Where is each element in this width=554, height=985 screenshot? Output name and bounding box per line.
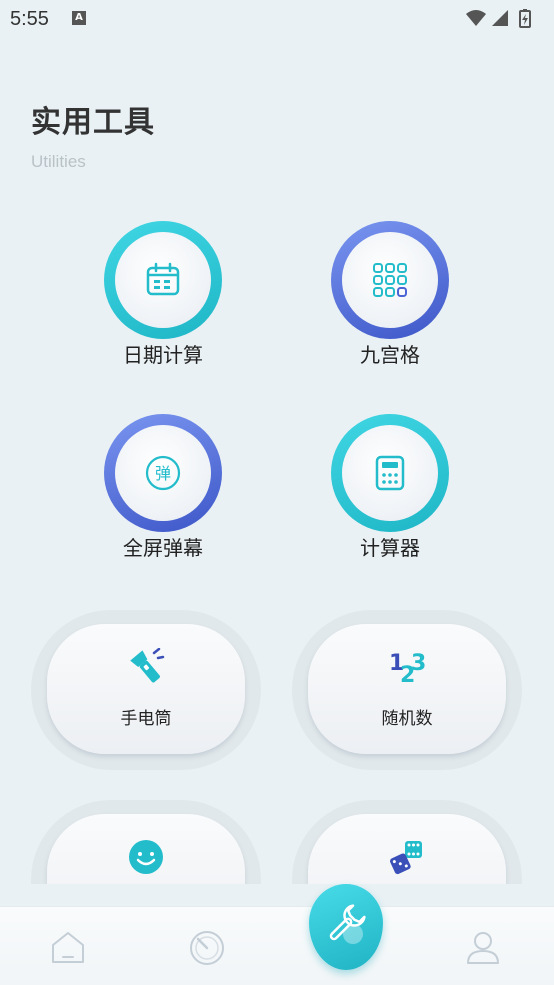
nav-profile[interactable] xyxy=(463,927,503,967)
tool-ring xyxy=(331,414,449,532)
tool-calculator[interactable]: 计算器 xyxy=(315,414,465,564)
tool-ring: 弹 xyxy=(104,414,222,532)
card-dice-wrapper xyxy=(292,800,522,884)
status-bar: 5:55 A xyxy=(0,0,554,40)
calculator-icon xyxy=(375,455,405,491)
bottom-nav xyxy=(0,906,554,985)
card-random-number[interactable]: 1 2 3 随机数 xyxy=(308,624,506,754)
danmaku-icon: 弹 xyxy=(145,455,181,491)
status-icons xyxy=(464,8,544,34)
card-label: 随机数 xyxy=(381,709,433,729)
tool-fullscreen-danmaku[interactable]: 弹 全屏弹幕 xyxy=(88,414,238,564)
tool-label: 全屏弹幕 xyxy=(123,536,203,560)
dice-icon xyxy=(390,841,422,875)
page-title: 实用工具 xyxy=(31,105,155,140)
flashlight-icon xyxy=(130,648,165,683)
wrench-icon xyxy=(329,904,366,944)
card-label: 手电筒 xyxy=(120,709,172,729)
card-flashlight-wrapper: 手电筒 xyxy=(31,610,261,770)
tool-label: 九宫格 xyxy=(360,343,420,367)
wifi-icon xyxy=(466,10,486,26)
card-random-number-wrapper: 1 2 3 随机数 xyxy=(292,610,522,770)
tool-ring xyxy=(331,221,449,339)
speedometer-icon xyxy=(190,931,224,965)
nav-speed[interactable] xyxy=(187,927,227,967)
signal-icon xyxy=(492,10,508,26)
tool-date-calc[interactable]: 日期计算 xyxy=(88,221,238,371)
smiley-icon xyxy=(129,840,163,874)
home-icon xyxy=(52,932,84,963)
calendar-icon xyxy=(146,262,180,296)
tool-ring xyxy=(104,221,222,339)
card-dice[interactable] xyxy=(308,814,506,884)
nav-tools-fab[interactable] xyxy=(309,884,383,970)
card-smiley[interactable] xyxy=(47,814,245,884)
profile-icon xyxy=(467,932,499,964)
status-time: 5:55 xyxy=(10,8,49,30)
card-smiley-wrapper xyxy=(31,800,261,884)
page-subtitle: Utilities xyxy=(31,152,86,171)
tool-label: 计算器 xyxy=(360,536,420,560)
notification-icon: A xyxy=(72,11,86,25)
nav-home[interactable] xyxy=(48,927,88,967)
grid-icon xyxy=(373,263,407,297)
tool-nine-grid[interactable]: 九宫格 xyxy=(315,221,465,371)
svg-text:弹: 弹 xyxy=(155,464,171,483)
battery-icon xyxy=(519,9,531,28)
tool-label: 日期计算 xyxy=(123,343,203,367)
card-flashlight[interactable]: 手电筒 xyxy=(47,624,245,754)
random-number-icon: 1 2 3 xyxy=(389,651,426,686)
partial-cards-row xyxy=(0,790,554,884)
svg-text:3: 3 xyxy=(411,651,426,676)
